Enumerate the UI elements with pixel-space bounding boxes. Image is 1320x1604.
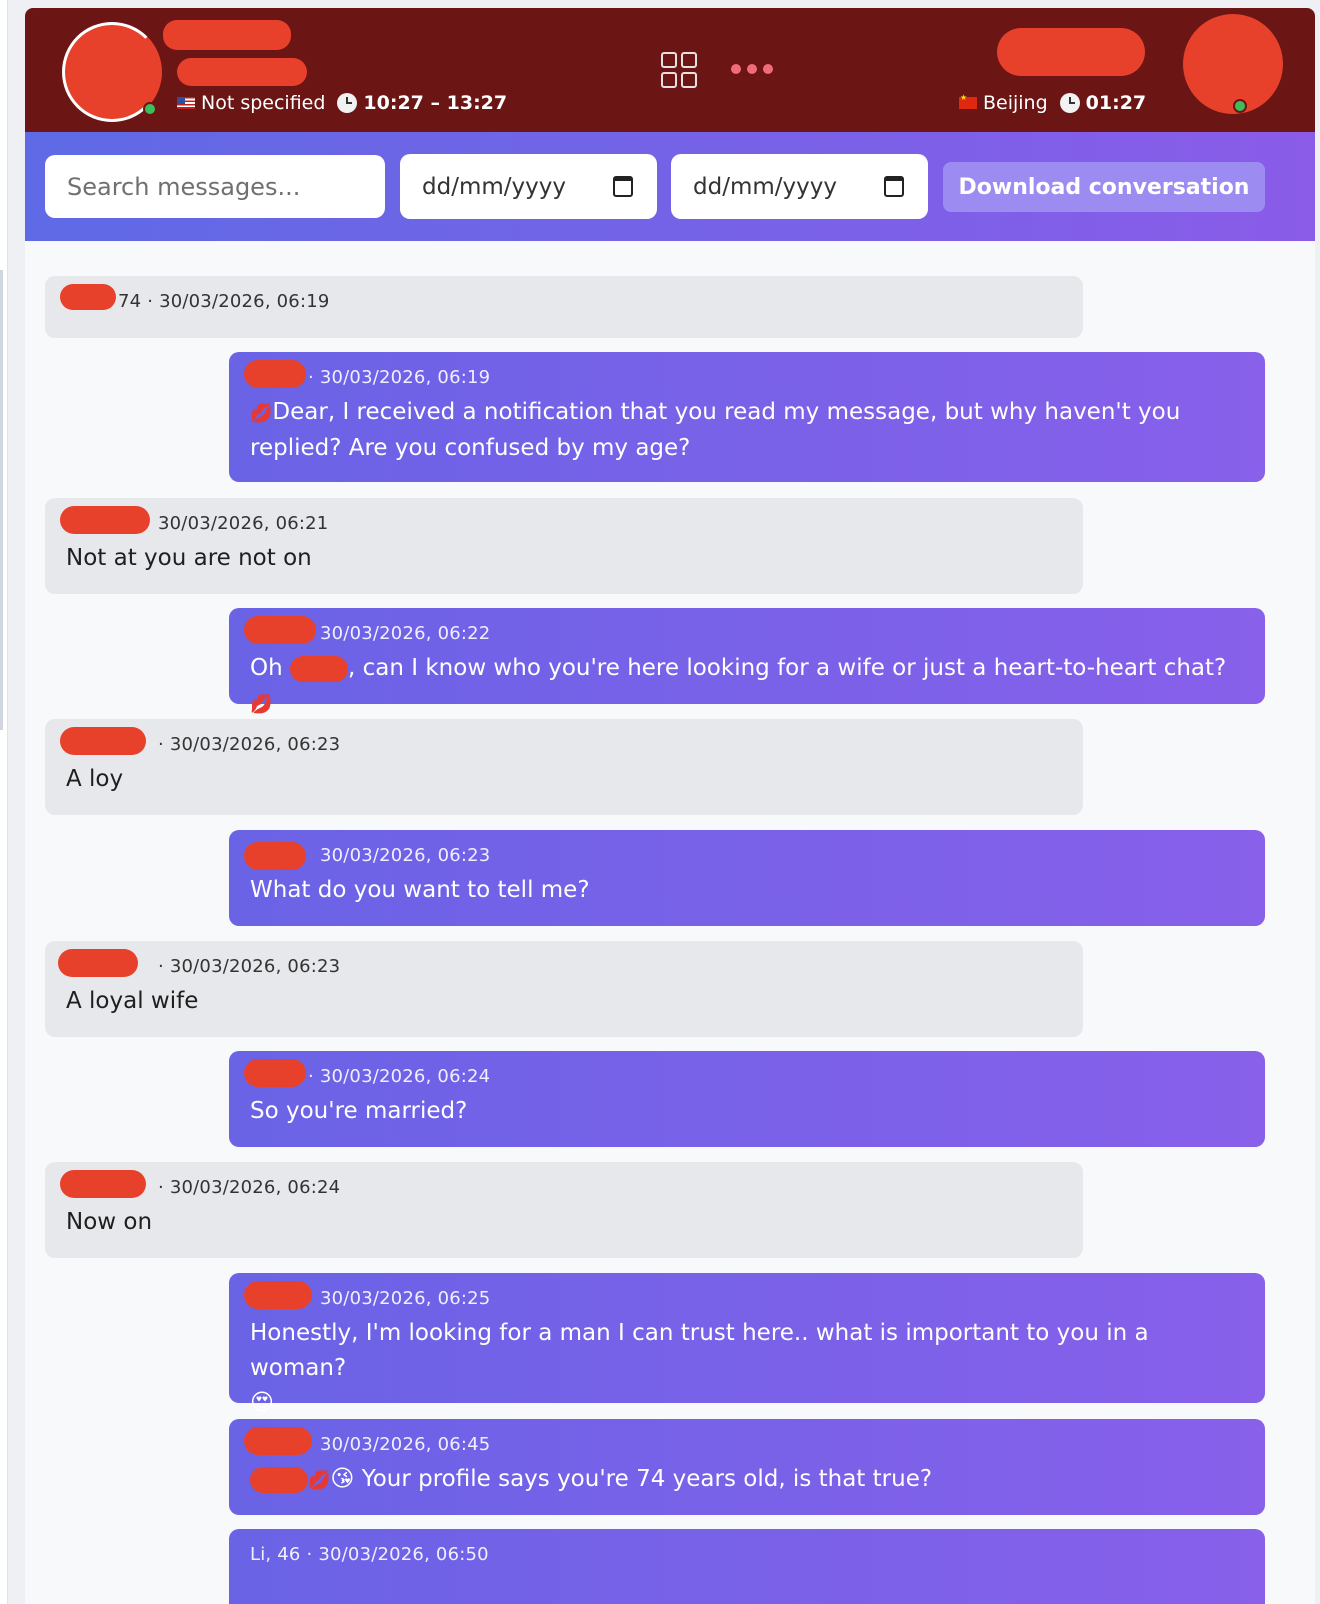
sender-name-redacted xyxy=(60,727,146,755)
message-text: Honestly, I'm looking for a man I can tr… xyxy=(250,1320,1149,1416)
message-meta: 30/03/2026, 06:21 xyxy=(60,506,1062,536)
message-timestamp: Li, 46 · 30/03/2026, 06:50 xyxy=(250,1544,489,1565)
message-meta: · 30/03/2026, 06:23 xyxy=(58,949,1062,979)
lips-icon: 💋 xyxy=(308,1470,331,1491)
more-options-icon[interactable] xyxy=(731,64,773,74)
message-text: What do you want to tell me? xyxy=(250,877,590,903)
message-outgoing: Li, 46 · 30/03/2026, 06:50 xyxy=(229,1529,1265,1604)
sender-name-redacted xyxy=(244,842,306,870)
left-user-id-redacted xyxy=(177,58,307,86)
message-timestamp: · 30/03/2026, 06:23 xyxy=(158,956,341,977)
chat-header: Not specified 10:27 – 13:27 Beijing 01:2… xyxy=(25,8,1315,135)
lips-icon: 💋 xyxy=(250,694,273,715)
sender-name-redacted xyxy=(244,360,306,388)
message-incoming: · 30/03/2026, 06:24 Now on xyxy=(45,1162,1083,1258)
calendar-icon[interactable] xyxy=(613,176,633,197)
message-incoming: · 30/03/2026, 06:23 A loyal wife xyxy=(45,941,1083,1037)
right-user-online-indicator xyxy=(1233,99,1247,113)
message-timestamp: · 30/03/2026, 06:19 xyxy=(308,367,491,388)
message-meta: 74 · 30/03/2026, 06:19 xyxy=(60,284,1062,314)
message-text: A loyal wife xyxy=(66,988,199,1014)
message-list[interactable]: 74 · 30/03/2026, 06:19 · 30/03/2026, 06:… xyxy=(25,241,1315,1604)
message-outgoing: 30/03/2026, 06:45 💋😘 Your profile says y… xyxy=(229,1419,1265,1515)
left-user-name-redacted xyxy=(163,20,291,50)
message-text: A loy xyxy=(66,766,124,792)
side-panel-edge xyxy=(0,0,8,1604)
sender-name-redacted xyxy=(244,1281,312,1309)
message-meta: 30/03/2026, 06:45 xyxy=(244,1427,1244,1457)
message-text: Oh , can I know who you're here looking … xyxy=(250,655,1227,715)
message-text: Now on xyxy=(66,1209,153,1235)
message-meta: 30/03/2026, 06:23 xyxy=(244,842,1244,870)
message-timestamp: 30/03/2026, 06:25 xyxy=(320,1288,491,1309)
right-user-location: Beijing xyxy=(983,92,1048,114)
sender-name-redacted xyxy=(58,949,138,977)
message-incoming: 30/03/2026, 06:21 Not at you are not on xyxy=(45,498,1083,594)
name-redacted xyxy=(250,1466,308,1493)
message-incoming: 74 · 30/03/2026, 06:19 xyxy=(45,276,1083,338)
side-panel-divider xyxy=(0,270,3,730)
clock-icon xyxy=(1059,93,1080,113)
us-flag-icon xyxy=(177,97,195,109)
message-timestamp: 30/03/2026, 06:22 xyxy=(320,623,491,644)
message-text: Not at you are not on xyxy=(66,545,312,571)
name-redacted xyxy=(290,655,348,682)
lips-icon: 💋 xyxy=(250,403,273,424)
message-timestamp: · 30/03/2026, 06:24 xyxy=(158,1177,341,1198)
message-outgoing: · 30/03/2026, 06:19 💋Dear, I received a … xyxy=(229,352,1265,482)
sender-name-redacted xyxy=(244,1059,306,1087)
message-text: 💋😘 Your profile says you're 74 years old… xyxy=(250,1462,1244,1498)
calendar-icon[interactable] xyxy=(884,176,904,197)
left-user-location: Not specified xyxy=(201,92,326,114)
message-text: 💋Dear, I received a notification that yo… xyxy=(250,399,1181,461)
message-meta: 30/03/2026, 06:25 xyxy=(244,1281,1244,1311)
date-to-placeholder: dd/mm/yyyy xyxy=(693,173,837,200)
message-meta: · 30/03/2026, 06:23 xyxy=(60,727,1062,757)
right-user-meta: Beijing 01:27 xyxy=(959,92,1146,114)
message-outgoing: 30/03/2026, 06:25 Honestly, I'm looking … xyxy=(229,1273,1265,1416)
message-meta: Li, 46 · 30/03/2026, 06:50 xyxy=(250,1543,1244,1567)
right-user-name-redacted xyxy=(997,28,1145,76)
message-outgoing: · 30/03/2026, 06:24 So you're married? xyxy=(229,1051,1265,1147)
message-timestamp: 30/03/2026, 06:21 xyxy=(158,513,329,534)
right-user-time: 01:27 xyxy=(1085,92,1147,114)
sender-name-redacted xyxy=(60,506,150,534)
message-meta: 30/03/2026, 06:22 xyxy=(244,616,1244,646)
download-conversation-button[interactable]: Download conversation xyxy=(943,162,1265,212)
date-from-field[interactable]: dd/mm/yyyy xyxy=(400,154,657,219)
message-meta: · 30/03/2026, 06:24 xyxy=(244,1059,1244,1089)
date-to-field[interactable]: dd/mm/yyyy xyxy=(671,154,928,219)
message-timestamp: 30/03/2026, 06:45 xyxy=(320,1434,491,1455)
message-timestamp: 74 · 30/03/2026, 06:19 xyxy=(118,291,330,312)
clock-icon xyxy=(337,93,358,113)
kiss-emoji-icon: 😘 xyxy=(330,1466,355,1492)
left-user-meta: Not specified 10:27 – 13:27 xyxy=(177,92,507,114)
chat-window: Not specified 10:27 – 13:27 Beijing 01:2… xyxy=(25,8,1315,1604)
message-timestamp: · 30/03/2026, 06:23 xyxy=(158,734,341,755)
message-incoming: · 30/03/2026, 06:23 A loy xyxy=(45,719,1083,815)
message-timestamp: 30/03/2026, 06:23 xyxy=(320,845,491,866)
left-user-online-indicator xyxy=(143,102,157,116)
grid-view-icon[interactable] xyxy=(661,52,697,88)
message-meta: · 30/03/2026, 06:19 xyxy=(244,360,1244,390)
sender-name-redacted xyxy=(60,1170,146,1198)
sender-name-redacted xyxy=(60,284,116,310)
message-timestamp: · 30/03/2026, 06:24 xyxy=(308,1066,491,1087)
message-outgoing: 30/03/2026, 06:23 What do you want to te… xyxy=(229,830,1265,926)
sender-name-redacted xyxy=(244,1427,312,1455)
message-outgoing: 30/03/2026, 06:22 Oh , can I know who yo… xyxy=(229,608,1265,715)
chat-toolbar: dd/mm/yyyy dd/mm/yyyy Download conversat… xyxy=(25,132,1315,241)
message-meta: · 30/03/2026, 06:24 xyxy=(60,1170,1062,1200)
sender-name-redacted xyxy=(244,616,316,644)
left-user-time-range: 10:27 – 13:27 xyxy=(363,92,508,114)
right-user-avatar[interactable] xyxy=(1183,14,1283,114)
china-flag-icon xyxy=(959,93,977,109)
search-input[interactable] xyxy=(45,155,385,218)
date-from-placeholder: dd/mm/yyyy xyxy=(422,173,566,200)
heart-eyes-emoji-icon: 😍 xyxy=(250,1390,274,1416)
message-text: So you're married? xyxy=(250,1098,468,1124)
